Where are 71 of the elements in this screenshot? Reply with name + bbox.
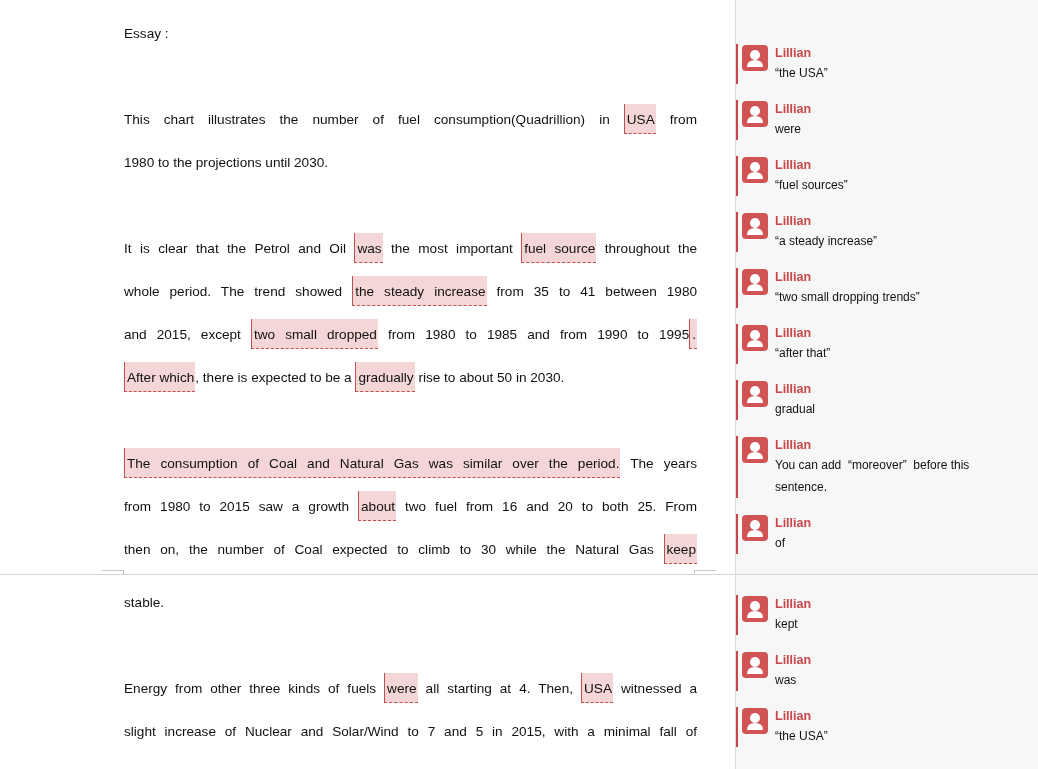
avatar-icon [742,269,768,295]
body-text: , there is expected to be a [195,370,353,385]
avatar-icon [742,325,768,351]
comment-text: “two small dropping trends” [775,289,921,306]
comment-author: Lillian [775,45,813,62]
avatar-icon [742,381,768,407]
avatar-icon [742,708,768,734]
highlighted-text: were [384,673,418,703]
comment-text: You can add “moreover” before this sentence. [775,457,971,496]
body-text: two fuel from 16 and 20 to both 25. From [404,499,697,514]
comment-text: gradual [775,401,817,418]
comment-text: “the USA” [775,728,829,745]
highlighted-text: two small dropped [250,319,378,349]
comment-text: was [775,672,798,689]
body-text: from 35 to 41 between 1980 [495,284,697,299]
comment-text: “a steady increase” [775,233,879,250]
body-text: from 1980 to 2015 saw a growth [124,499,351,514]
body-text: the most important [389,241,514,256]
body-text: and 2015, except [124,327,242,342]
highlighted-text: about [358,491,397,521]
avatar-icon [742,596,768,622]
body-text: throughout the [603,241,697,256]
avatar-icon [742,437,768,463]
highlighted-text: The consumption of Coal and Natural Gas was similar over the period. [124,448,621,478]
comment-author: Lillian [775,381,813,398]
avatar-icon [742,101,768,127]
comment-author: Lillian [775,708,813,725]
body-text: rise to about 50 in 2030. [417,370,565,385]
body-text: from 1980 to 1985 and from 1990 to 1995 [386,327,690,342]
comment-text: were [775,121,802,138]
highlighted-text: . [689,319,697,349]
comment-text: “fuel sources” [775,177,849,194]
avatar-icon [742,157,768,183]
body-text: It is clear that the Petrol and Oil [124,241,347,256]
highlighted-text: USA [623,104,656,134]
comment-author: Lillian [775,213,813,230]
highlighted-text: the steady increase [352,276,487,306]
comment-author: Lillian [775,325,813,342]
comment-author: Lillian [775,157,813,174]
avatar-icon [742,652,768,678]
body-text: Energy from other three kinds of fuels [124,681,378,696]
body-text: The years [629,456,697,471]
body-text: all starting at 4. Then, [424,681,574,696]
comment-text: kept [775,616,799,633]
comment-author: Lillian [775,515,813,532]
highlighted-text: keep [663,534,697,564]
highlighted-text: gradually [355,362,415,392]
body-text: from [668,112,697,127]
body-text: witnessed a [620,681,698,696]
body-text: then on, the number of Coal expected to climb to 30 while the Natural Gas [124,542,655,557]
highlighted-text: After which [124,362,196,392]
body-text: slight increase of Nuclear and Solar/Wind to 7 and 5 in 2015, with a minimal fall of [124,724,697,739]
avatar-icon [742,45,768,71]
body-text: 1980 to the projections until 2030. [124,155,329,170]
comment-author: Lillian [775,596,813,613]
comment-author: Lillian [775,101,813,118]
avatar-icon [742,213,768,239]
comment-author: Lillian [775,269,813,286]
body-text: stable. [124,595,165,610]
comment-text: “the USA” [775,65,829,82]
comment-author: Lillian [775,652,813,669]
comment-author: Lillian [775,437,813,454]
highlighted-text: USA [581,673,613,703]
comment-text: “after that” [775,345,832,362]
avatar-icon [742,515,768,541]
body-text: whole period. The trend showed [124,284,344,299]
comment-text: of [775,535,786,552]
body-text: Essay : [124,26,169,41]
highlighted-text: was [354,233,383,263]
highlighted-text: fuel source [521,233,597,263]
body-text: This chart illustrates the number of fuel consumption(Quadrillion) in [124,112,611,127]
